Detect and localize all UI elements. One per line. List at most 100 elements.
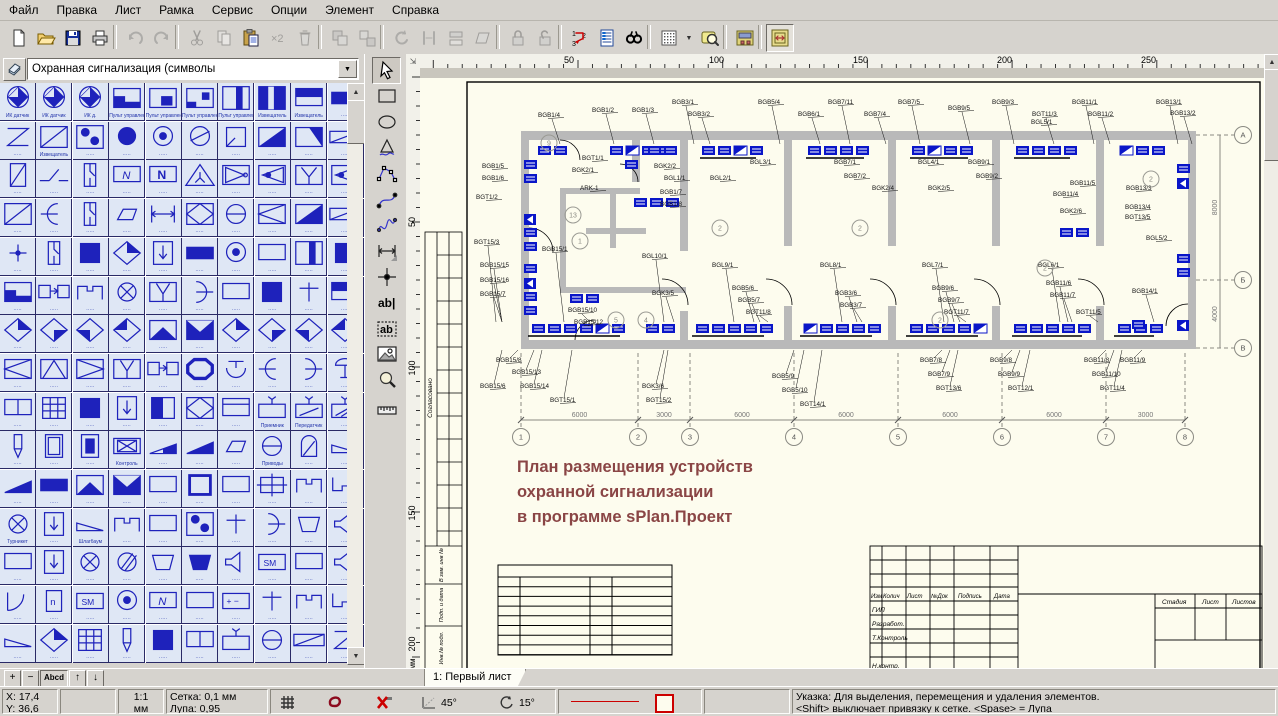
library-select[interactable]: Охранная сигнализация (символы ▼ xyxy=(27,58,359,80)
library-symbol[interactable]: ИК датчик xyxy=(36,83,72,121)
library-symbol[interactable]: ····· xyxy=(0,277,36,315)
library-symbol[interactable]: ····· xyxy=(218,277,254,315)
library-symbol[interactable]: ····· xyxy=(73,277,109,315)
library-symbol[interactable]: ····· xyxy=(218,199,254,237)
library-symbol[interactable]: ····· xyxy=(182,160,218,198)
library-symbol[interactable]: ····· xyxy=(36,431,72,469)
library-symbol[interactable]: ····· xyxy=(36,315,72,353)
library-symbol[interactable]: ····· xyxy=(73,393,109,431)
library-symbol[interactable]: ····· xyxy=(0,315,36,353)
library-symbol[interactable]: ····· xyxy=(73,547,109,585)
library-symbol[interactable]: ····· xyxy=(291,122,327,160)
parts-list-button[interactable] xyxy=(593,24,621,52)
menu-1[interactable]: Правка xyxy=(48,1,107,19)
library-symbol[interactable]: ····· xyxy=(73,625,109,663)
tool-rectangle[interactable] xyxy=(372,83,401,110)
menu-0[interactable]: Файл xyxy=(0,1,48,19)
rotate-step-icon[interactable] xyxy=(499,695,515,713)
library-symbol[interactable]: ····· xyxy=(146,625,182,663)
library-symbol[interactable]: Контроль xyxy=(109,431,145,469)
library-symbol[interactable]: ····· xyxy=(146,470,182,508)
library-scrollbar[interactable]: ▲ ▼ xyxy=(347,83,363,663)
save-button[interactable] xyxy=(59,24,87,52)
library-symbol[interactable]: ····· xyxy=(73,122,109,160)
scroll-up-button[interactable]: ↑ xyxy=(69,670,86,687)
scroll-down-icon[interactable]: ▼ xyxy=(347,647,365,665)
menu-6[interactable]: Элемент xyxy=(316,1,383,19)
library-symbol[interactable]: ····· xyxy=(36,470,72,508)
library-symbol[interactable]: ····· xyxy=(0,625,36,663)
scroll-down-button[interactable]: ↓ xyxy=(87,670,104,687)
library-symbol[interactable]: ····· xyxy=(73,431,109,469)
library-symbol[interactable]: ····· xyxy=(36,277,72,315)
library-symbol[interactable]: ····· xyxy=(36,354,72,392)
library-symbol[interactable]: ····· xyxy=(182,199,218,237)
library-symbol[interactable]: ····· xyxy=(109,509,145,547)
library-symbol[interactable]: ····· xyxy=(0,547,36,585)
library-symbol[interactable]: ····· xyxy=(146,547,182,585)
library-symbol[interactable]: ····· xyxy=(182,277,218,315)
library-symbol[interactable]: ИК датчик xyxy=(0,83,36,121)
library-symbol[interactable]: ····· xyxy=(0,199,36,237)
library-symbol[interactable]: Приводы xyxy=(255,431,291,469)
library-symbol[interactable]: ····· xyxy=(73,470,109,508)
duplicate-button[interactable]: ×2 xyxy=(264,24,292,52)
library-symbol[interactable]: ····· xyxy=(255,315,291,353)
library-symbol[interactable]: ····· xyxy=(146,315,182,353)
frame-button[interactable] xyxy=(766,24,794,52)
library-symbol[interactable]: Пульт управления xyxy=(182,83,218,121)
library-symbol[interactable]: Турникет xyxy=(0,509,36,547)
library-symbol[interactable]: ····· xyxy=(0,470,36,508)
library-symbol[interactable]: Пульт управления xyxy=(109,83,145,121)
library-symbol[interactable]: ····· xyxy=(291,354,327,392)
library-symbol[interactable]: ····· xyxy=(182,122,218,160)
undo-button[interactable] xyxy=(121,24,149,52)
zoom-area-button[interactable] xyxy=(696,24,724,52)
library-symbol[interactable]: ····· xyxy=(109,315,145,353)
library-symbol[interactable]: ····· xyxy=(73,315,109,353)
unlock-button[interactable] xyxy=(531,24,559,52)
library-symbol[interactable]: ····· xyxy=(255,122,291,160)
library-scrollbar-thumb[interactable] xyxy=(347,100,365,144)
library-symbol[interactable]: SM····· xyxy=(73,586,109,624)
library-symbol[interactable]: ····· xyxy=(0,586,36,624)
library-symbol[interactable]: Пульт управления xyxy=(218,83,254,121)
library-symbol[interactable]: Передатчик xyxy=(291,393,327,431)
library-symbol[interactable]: ····· xyxy=(255,238,291,276)
library-symbol[interactable]: ····· xyxy=(255,625,291,663)
library-symbol[interactable]: Приемник xyxy=(255,393,291,431)
tool-freehand[interactable] xyxy=(372,212,401,239)
library-symbol[interactable]: ····· xyxy=(218,547,254,585)
tool-node[interactable] xyxy=(372,263,401,290)
library-symbol[interactable]: ····· xyxy=(291,160,327,198)
library-symbol[interactable]: ····· xyxy=(291,509,327,547)
library-symbol[interactable]: ····· xyxy=(255,354,291,392)
library-symbol[interactable]: ····· xyxy=(182,586,218,624)
tool-textbox[interactable]: ab xyxy=(372,315,401,342)
library-symbol[interactable]: SM····· xyxy=(255,547,291,585)
fill-sample[interactable] xyxy=(655,694,674,713)
scroll-up-icon[interactable]: ▲ xyxy=(347,83,365,101)
mirror-v-button[interactable] xyxy=(442,24,470,52)
library-symbol[interactable]: ····· xyxy=(291,277,327,315)
library-symbol[interactable]: ····· xyxy=(218,393,254,431)
library-symbol[interactable]: ····· xyxy=(73,160,109,198)
library-symbol[interactable]: ····· xyxy=(146,122,182,160)
library-symbol[interactable]: ····· xyxy=(182,238,218,276)
redo-button[interactable] xyxy=(148,24,176,52)
library-symbol[interactable]: n····· xyxy=(36,586,72,624)
library-symbol[interactable]: ····· xyxy=(146,431,182,469)
library-symbol[interactable]: ····· xyxy=(73,199,109,237)
library-symbol[interactable]: ····· xyxy=(0,160,36,198)
library-symbol[interactable]: ····· xyxy=(0,238,36,276)
tool-ellipse[interactable] xyxy=(372,109,401,136)
renumber-button[interactable]: 123 xyxy=(566,24,594,52)
library-symbol[interactable]: ····· xyxy=(291,199,327,237)
skew-button[interactable] xyxy=(469,24,497,52)
library-symbol[interactable]: ····· xyxy=(109,470,145,508)
tool-polygon[interactable] xyxy=(372,160,401,187)
library-symbol[interactable]: Пульт управления xyxy=(146,83,182,121)
library-symbol[interactable]: ····· xyxy=(109,354,145,392)
paste-button[interactable] xyxy=(237,24,265,52)
tool-bezier[interactable] xyxy=(372,186,401,213)
